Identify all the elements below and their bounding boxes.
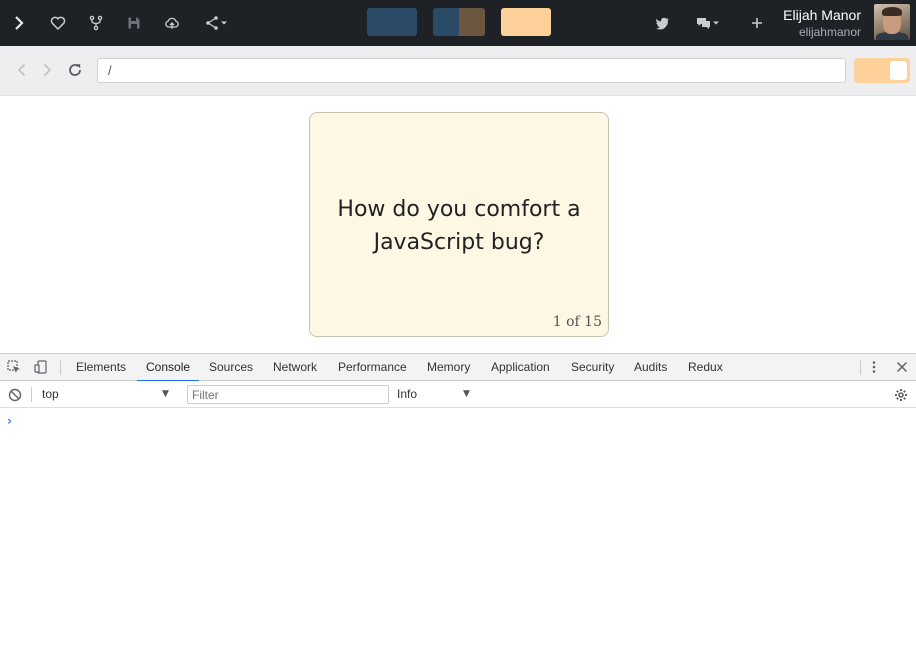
- preview-browser-bar: [0, 46, 916, 96]
- user-name[interactable]: Elijah Manor: [783, 7, 861, 23]
- tab-memory[interactable]: Memory: [427, 354, 470, 381]
- close-icon[interactable]: [894, 359, 910, 375]
- tab-security[interactable]: Security: [571, 354, 614, 381]
- plus-icon[interactable]: [746, 12, 768, 34]
- back-arrow-icon[interactable]: [12, 60, 32, 80]
- level-dropdown-icon[interactable]: ▼: [463, 381, 470, 408]
- theme-swatch-dark-blue[interactable]: [367, 8, 417, 36]
- reload-icon[interactable]: [65, 60, 85, 80]
- tab-console[interactable]: Console: [136, 354, 200, 382]
- tab-sources[interactable]: Sources: [209, 354, 253, 381]
- forward-arrow-icon[interactable]: [37, 60, 57, 80]
- inspect-element-icon[interactable]: [6, 359, 22, 375]
- more-options-icon[interactable]: [866, 359, 882, 375]
- tab-elements[interactable]: Elements: [76, 354, 126, 381]
- console-prompt[interactable]: ›: [7, 414, 12, 428]
- cloud-upload-icon[interactable]: [161, 12, 183, 34]
- card-counter: 1 of 15: [552, 314, 602, 330]
- log-level-select[interactable]: Info: [397, 381, 417, 408]
- tab-network[interactable]: Network: [273, 354, 317, 381]
- heart-icon[interactable]: [47, 12, 69, 34]
- clear-console-icon[interactable]: [7, 387, 23, 403]
- context-dropdown-icon[interactable]: ▼: [162, 381, 169, 408]
- context-select[interactable]: top: [42, 381, 59, 408]
- save-icon[interactable]: [123, 12, 145, 34]
- console-filter-input[interactable]: [187, 385, 389, 404]
- theme-swatch-peach[interactable]: [501, 8, 551, 36]
- tab-redux[interactable]: Redux: [688, 354, 723, 381]
- joke-card[interactable]: How do you comfort a JavaScript bug? 1 o…: [309, 112, 609, 337]
- fork-icon[interactable]: [85, 12, 107, 34]
- preview-toggle[interactable]: [854, 58, 910, 83]
- share-icon[interactable]: [200, 12, 232, 34]
- chat-icon[interactable]: [693, 12, 723, 34]
- devtools-panel: Elements Console Sources Network Perform…: [0, 353, 916, 663]
- devtools-tab-bar: Elements Console Sources Network Perform…: [0, 354, 916, 382]
- card-question: How do you comfort a JavaScript bug?: [337, 197, 581, 255]
- url-input[interactable]: [97, 58, 846, 83]
- twitter-icon[interactable]: [651, 12, 673, 34]
- theme-swatch-blue-brown[interactable]: [433, 8, 485, 36]
- settings-gear-icon[interactable]: [893, 387, 909, 403]
- tab-application[interactable]: Application: [491, 354, 550, 381]
- user-handle[interactable]: elijahmanor: [799, 25, 861, 39]
- top-app-bar: Elijah Manor elijahmanor: [0, 0, 916, 46]
- avatar[interactable]: [874, 4, 910, 40]
- chevron-right-icon[interactable]: [8, 12, 30, 34]
- console-filter-bar: top ▼ Info ▼: [0, 381, 916, 408]
- tab-performance[interactable]: Performance: [338, 354, 407, 381]
- toggle-knob: [890, 61, 907, 80]
- tab-audits[interactable]: Audits: [634, 354, 667, 381]
- device-toggle-icon[interactable]: [33, 359, 49, 375]
